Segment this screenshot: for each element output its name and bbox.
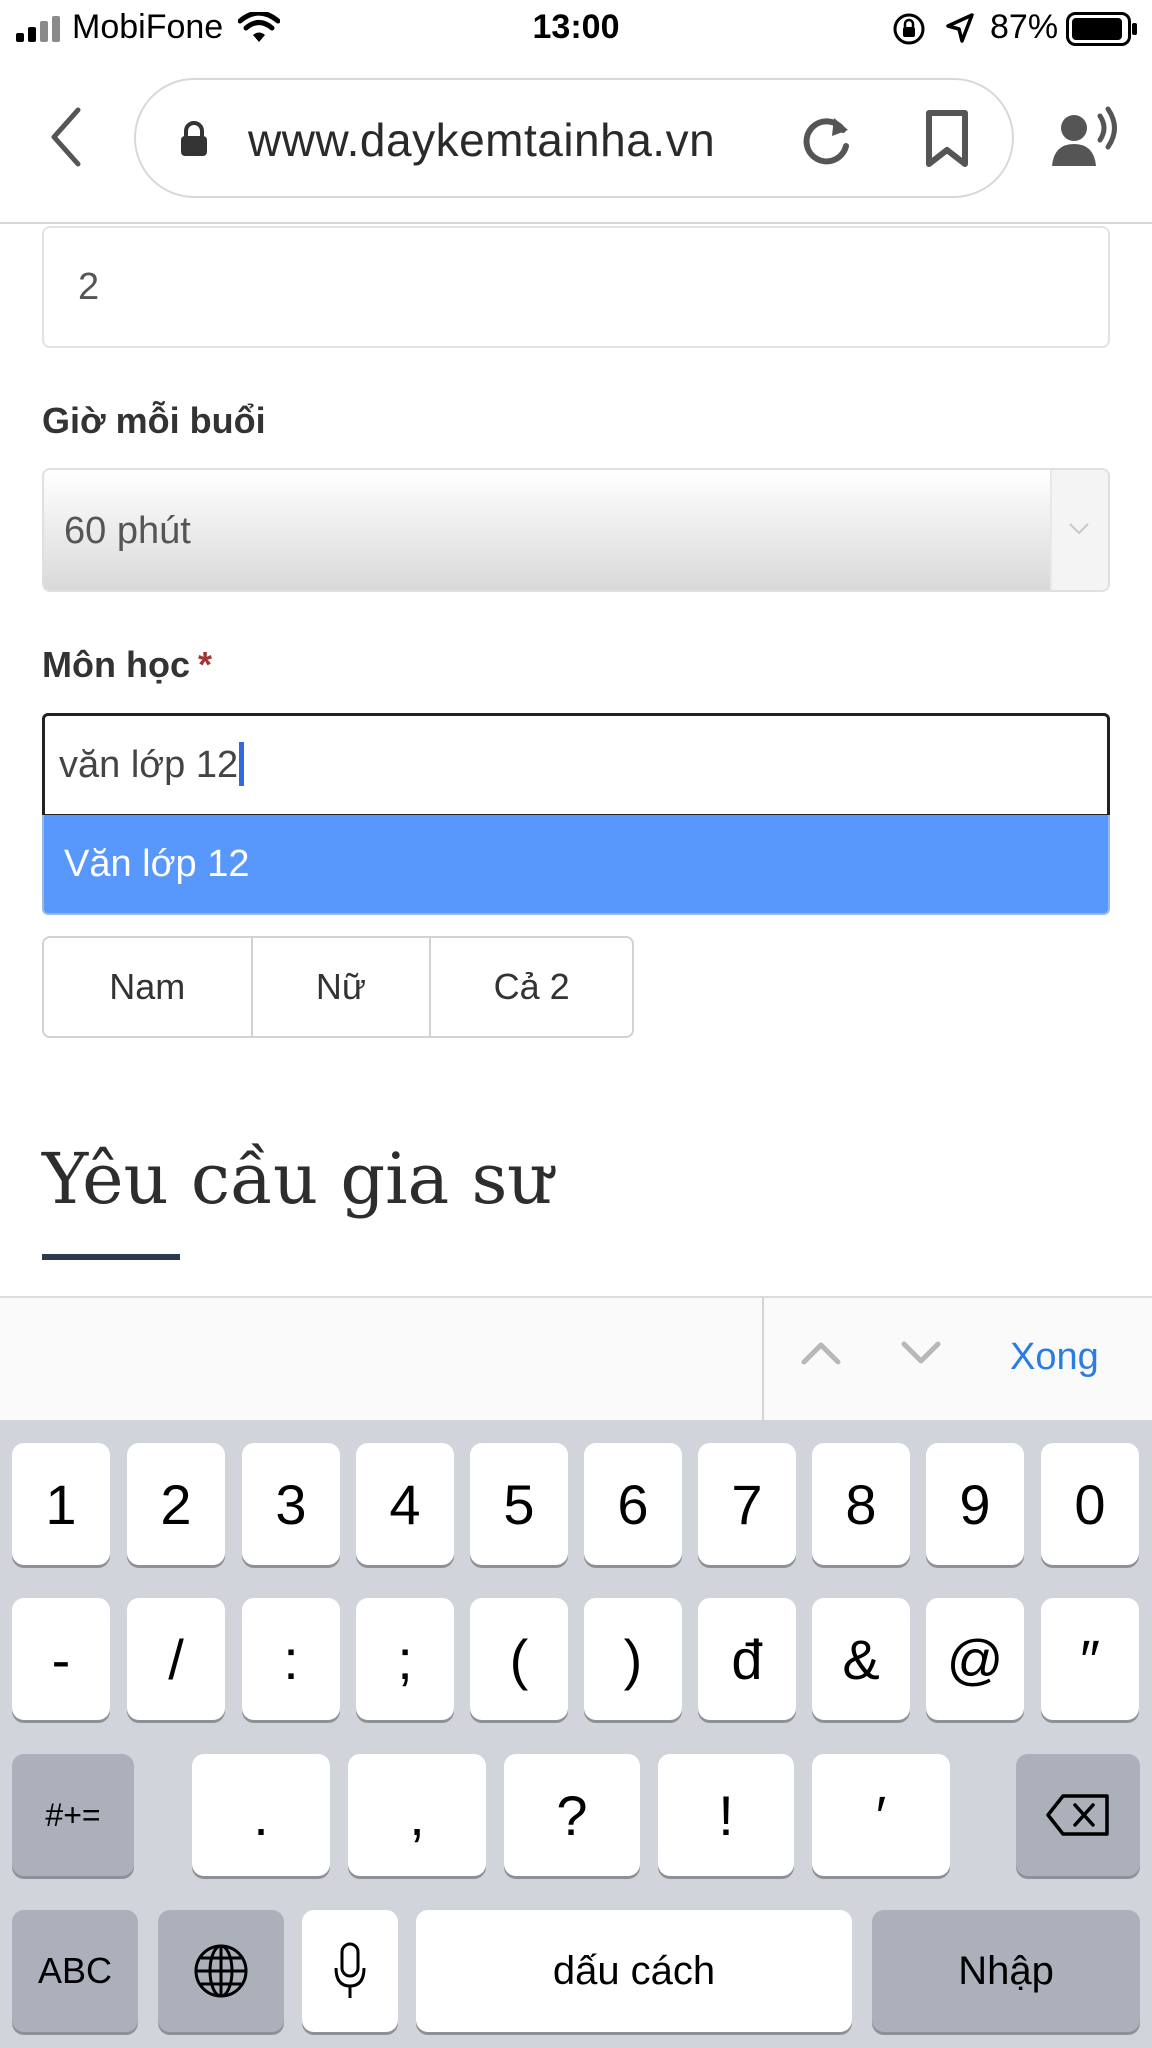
section-heading: Yêu cầu gia sư <box>42 1138 553 1220</box>
gender-segmented-control: Nam Nữ Cả 2 <box>42 936 634 1038</box>
accessory-divider <box>762 1298 764 1422</box>
return-key[interactable]: Nhập <box>872 1910 1140 2032</box>
backspace-icon <box>1046 1794 1109 1836</box>
reader-voice-icon[interactable] <box>1050 106 1122 168</box>
subject-search-input[interactable]: văn lớp 12 <box>42 713 1110 817</box>
microphone-icon <box>334 1942 366 1998</box>
key-slash[interactable]: / <box>127 1598 225 1720</box>
key-6[interactable]: 6 <box>584 1443 682 1565</box>
lock-icon <box>181 121 207 156</box>
dictation-key[interactable] <box>302 1910 398 2032</box>
toolbar-divider <box>0 222 1152 224</box>
bookmark-icon[interactable] <box>924 110 970 168</box>
sessions-value: 2 <box>78 266 100 308</box>
heading-underline <box>42 1254 180 1260</box>
key-double-prime[interactable]: ″ <box>1041 1598 1139 1720</box>
status-bar: MobiFone 13:00 87% <box>0 0 1152 60</box>
location-icon <box>946 13 974 43</box>
keyboard-accessory-bar: Xong <box>0 1296 1152 1422</box>
key-9[interactable]: 9 <box>926 1443 1024 1565</box>
key-4[interactable]: 4 <box>356 1443 454 1565</box>
subject-label-text: Môn học <box>42 644 190 685</box>
chevron-down-icon <box>1069 523 1089 535</box>
orientation-lock-icon <box>893 13 925 45</box>
reload-icon[interactable] <box>798 112 854 168</box>
key-1[interactable]: 1 <box>12 1443 110 1565</box>
battery-percent: 87% <box>990 8 1059 46</box>
key-0[interactable]: 0 <box>1041 1443 1139 1565</box>
key-3[interactable]: 3 <box>242 1443 340 1565</box>
gender-option-nam[interactable]: Nam <box>44 938 253 1036</box>
key-7[interactable]: 7 <box>698 1443 796 1565</box>
key-d-stroke[interactable]: đ <box>698 1598 796 1720</box>
url-text[interactable]: www.daykemtainha.vn <box>248 113 715 167</box>
subject-suggestion-option[interactable]: Văn lớp 12 <box>42 815 1110 915</box>
key-prime[interactable]: ′ <box>812 1754 950 1876</box>
space-key[interactable]: dấu cách <box>416 1910 852 2032</box>
done-button[interactable]: Xong <box>1010 1336 1099 1379</box>
key-question[interactable]: ? <box>504 1754 640 1876</box>
clock: 13:00 <box>532 8 620 46</box>
key-8[interactable]: 8 <box>812 1443 910 1565</box>
sessions-per-week-input[interactable]: 2 <box>42 226 1110 348</box>
key-close-paren[interactable]: ) <box>584 1598 682 1720</box>
key-semicolon[interactable]: ; <box>356 1598 454 1720</box>
key-5[interactable]: 5 <box>470 1443 568 1565</box>
hours-per-session-label: Giờ mỗi buổi <box>42 400 266 441</box>
key-open-paren[interactable]: ( <box>470 1598 568 1720</box>
key-exclamation[interactable]: ! <box>658 1754 794 1876</box>
required-asterisk: * <box>197 644 212 685</box>
subject-input-value: văn lớp 12 <box>59 741 245 789</box>
hours-selected-value: 60 phút <box>64 510 191 552</box>
suggestion-text: Văn lớp 12 <box>64 843 250 885</box>
key-more-symbols[interactable]: #+= <box>12 1754 134 1876</box>
gender-option-both[interactable]: Cả 2 <box>431 938 632 1036</box>
next-field-chevron-down-icon[interactable] <box>900 1340 942 1366</box>
globe-icon <box>194 1944 248 1998</box>
key-ampersand[interactable]: & <box>812 1598 910 1720</box>
subject-label: Môn học * <box>42 644 212 686</box>
gender-option-nu[interactable]: Nữ <box>253 938 432 1036</box>
previous-field-chevron-up-icon[interactable] <box>800 1340 842 1366</box>
backspace-key[interactable] <box>1016 1754 1140 1876</box>
battery-icon <box>1066 12 1137 46</box>
text-caret <box>239 741 245 786</box>
select-arrow-area[interactable] <box>1050 470 1108 590</box>
hours-per-session-select[interactable]: 60 phút <box>42 468 1110 592</box>
key-colon[interactable]: : <box>242 1598 340 1720</box>
back-icon[interactable] <box>48 106 84 168</box>
key-comma[interactable]: , <box>348 1754 486 1876</box>
key-at[interactable]: @ <box>926 1598 1024 1720</box>
url-bar[interactable]: www.daykemtainha.vn <box>134 78 1014 198</box>
key-hyphen[interactable]: - <box>12 1598 110 1720</box>
key-period[interactable]: . <box>192 1754 330 1876</box>
subject-typed-text: văn lớp 12 <box>59 744 239 786</box>
key-2[interactable]: 2 <box>127 1443 225 1565</box>
globe-key[interactable] <box>158 1910 284 2032</box>
keyboard: 1 2 3 4 5 6 7 8 9 0 - / : ; ( ) đ & @ ″ … <box>0 1420 1152 2048</box>
key-abc[interactable]: ABC <box>12 1910 138 2032</box>
